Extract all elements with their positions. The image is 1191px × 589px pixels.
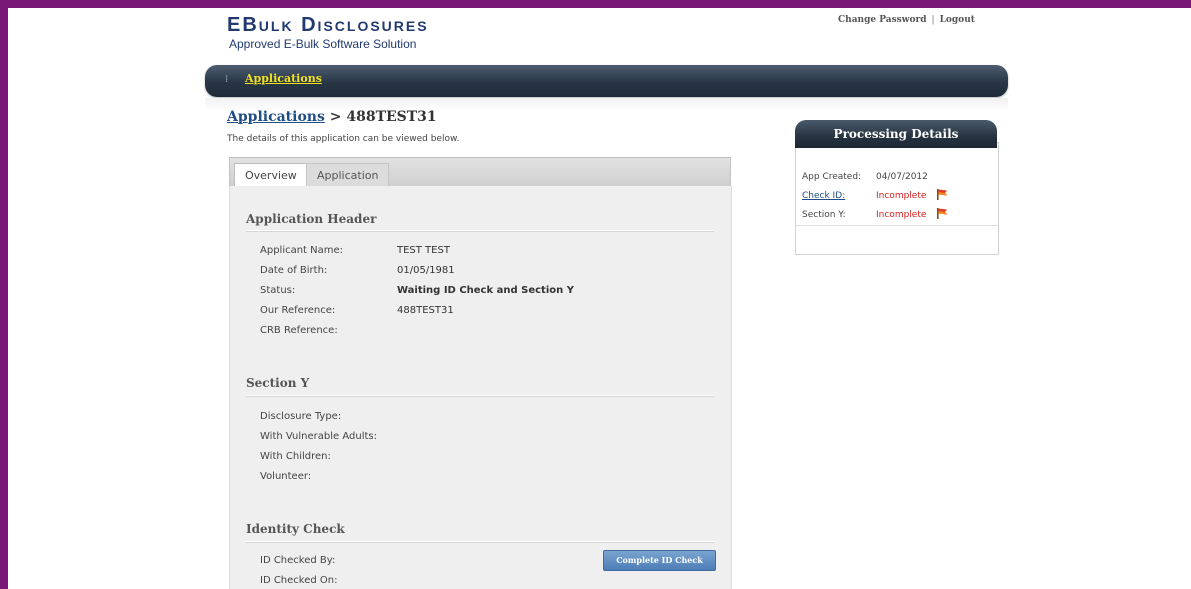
page-frame: EBulk Disclosures Approved E-Bulk Softwa…: [8, 8, 1191, 589]
vulnerable-adults-label: With Vulnerable Adults:: [260, 431, 377, 442]
top-links-separator: |: [931, 15, 935, 25]
main-nav-bar: ⁞ Applications: [205, 65, 1008, 97]
breadcrumb: Applications > 488TEST31: [227, 109, 437, 125]
tab-overview[interactable]: Overview: [234, 163, 308, 186]
date-of-birth-label: Date of Birth:: [260, 265, 328, 276]
breadcrumb-current: 488TEST31: [346, 109, 437, 125]
processing-divider: [796, 225, 998, 226]
top-links: Change Password | Logout: [838, 15, 975, 25]
logo-title: EBulk Disclosures: [227, 14, 429, 36]
flag-icon: [937, 189, 948, 200]
overview-panel: Application Header Applicant Name: TEST …: [229, 186, 732, 589]
tab-application[interactable]: Application: [306, 163, 390, 186]
app-created-label: App Created:: [802, 172, 862, 182]
breadcrumb-separator: >: [324, 109, 347, 125]
logout-link[interactable]: Logout: [940, 15, 975, 25]
check-id-label: Check ID:: [802, 191, 845, 201]
date-of-birth-value: 01/05/1981: [397, 265, 455, 276]
intro-text: The details of this application can be v…: [227, 134, 460, 144]
applicant-name-label: Applicant Name:: [260, 245, 344, 256]
id-checked-by-label: ID Checked By:: [260, 555, 336, 566]
section-y-title: Section Y: [246, 376, 310, 390]
status-value: Waiting ID Check and Section Y: [397, 285, 574, 296]
section-divider: [246, 230, 714, 232]
processing-details-header: Processing Details: [795, 120, 997, 148]
logo-subtitle: Approved E-Bulk Software Solution: [229, 37, 417, 51]
status-label: Status:: [260, 285, 296, 296]
tab-bar: Overview Application: [229, 157, 731, 186]
section-divider: [246, 541, 714, 543]
flag-icon: [937, 208, 948, 219]
id-checked-on-label: ID Checked On:: [260, 575, 338, 586]
change-password-link[interactable]: Change Password: [838, 15, 927, 25]
section-y-label: Section Y:: [802, 210, 846, 220]
check-id-link[interactable]: Check ID:: [802, 191, 845, 201]
identity-check-title: Identity Check: [246, 522, 345, 536]
crb-reference-label: CRB Reference:: [260, 325, 338, 336]
nav-grip-icon: ⁞: [225, 74, 229, 85]
volunteer-label: Volunteer:: [260, 471, 312, 482]
processing-details-box: App Created: 04/07/2012 Check ID: Incomp…: [795, 142, 999, 255]
complete-id-check-button[interactable]: Complete ID Check: [603, 550, 716, 571]
section-y-status: Incomplete: [876, 210, 927, 220]
nav-applications-link[interactable]: Applications: [245, 72, 322, 85]
section-divider: [246, 395, 714, 397]
check-id-status: Incomplete: [876, 191, 927, 201]
our-reference-value: 488TEST31: [397, 305, 454, 316]
breadcrumb-applications-link[interactable]: Applications: [227, 109, 325, 125]
disclosure-type-label: Disclosure Type:: [260, 411, 342, 422]
applicant-name-value: TEST TEST: [397, 245, 450, 256]
app-created-value: 04/07/2012: [876, 172, 928, 182]
with-children-label: With Children:: [260, 451, 331, 462]
application-header-title: Application Header: [246, 212, 377, 226]
our-reference-label: Our Reference:: [260, 305, 336, 316]
